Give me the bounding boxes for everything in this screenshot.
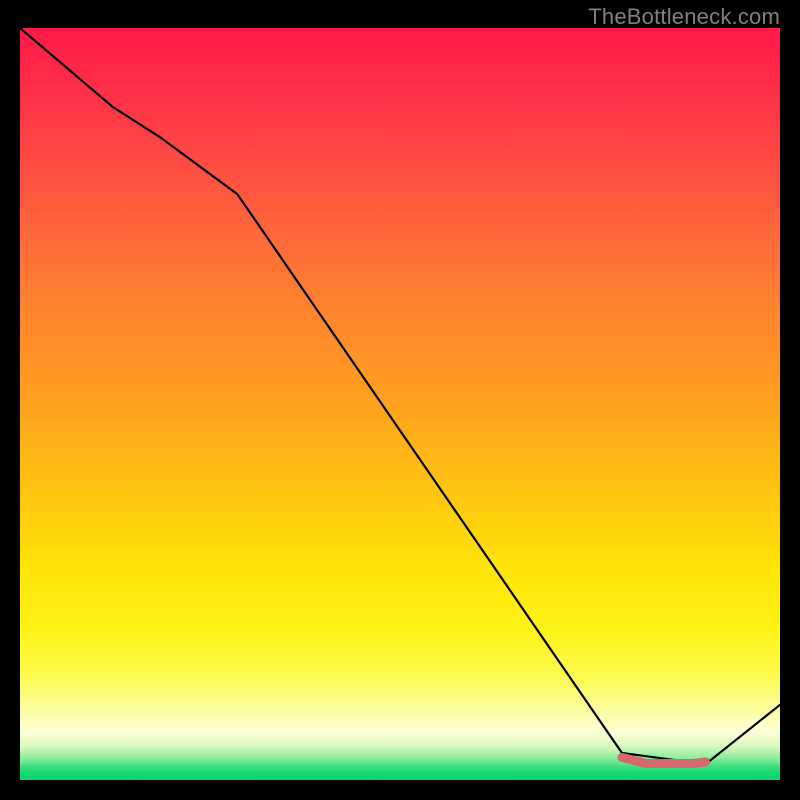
plot-background-gradient (20, 28, 780, 780)
chart-stage: TheBottleneck.com (0, 0, 800, 800)
watermark-text: TheBottleneck.com (588, 4, 780, 30)
